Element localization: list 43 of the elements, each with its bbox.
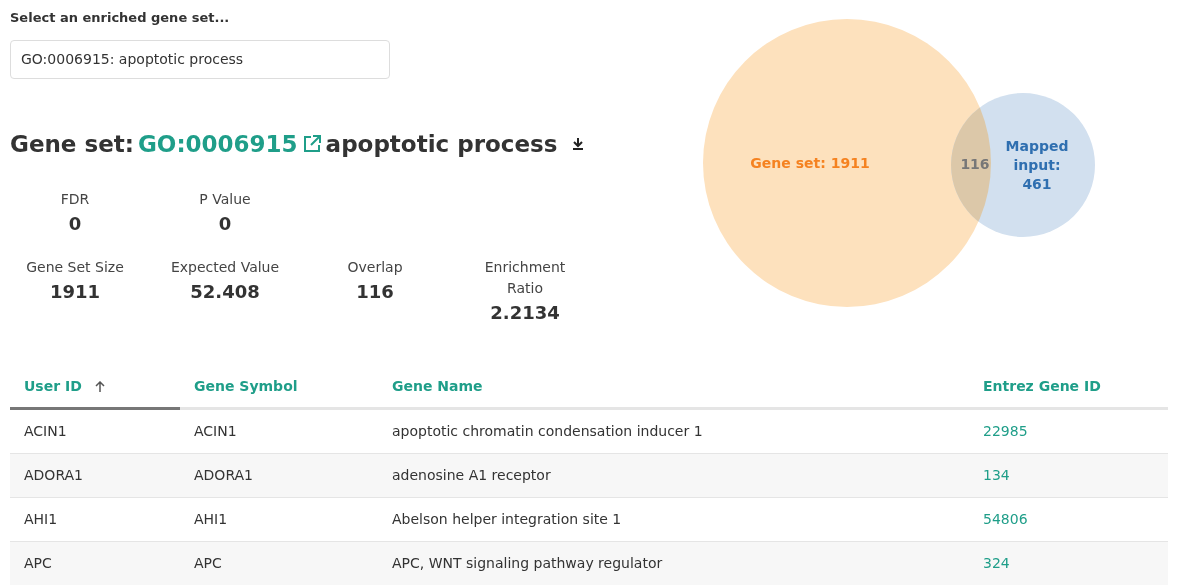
gene-set-link[interactable]: GO:0006915 xyxy=(137,126,298,161)
stat-label: Overlap xyxy=(346,258,404,277)
overlap-label: 116 xyxy=(960,156,990,172)
external-link-icon[interactable] xyxy=(301,133,322,154)
column-header[interactable]: Gene Symbol xyxy=(180,366,378,409)
gene-name-cell: adenosine A1 receptor xyxy=(378,453,969,498)
stat-value: 52.408 xyxy=(189,280,261,304)
entrez-id-link[interactable]: 324 xyxy=(983,555,1010,571)
column-header[interactable]: Entrez Gene ID xyxy=(969,366,1168,409)
user-id-cell: ADORA1 xyxy=(10,453,180,498)
stat-value: 0 xyxy=(217,212,233,236)
gene-symbol-cell: ACIN1 xyxy=(180,408,378,454)
stat-value: 116 xyxy=(355,280,395,304)
gene-symbol-cell: APC xyxy=(180,541,378,585)
gene-symbol-cell: AHI1 xyxy=(180,497,378,542)
set-label: Mapped input: 461 xyxy=(1005,138,1069,192)
gene-name-cell: Abelson helper integration site 1 xyxy=(378,497,969,542)
gene-set-label: Gene set: xyxy=(10,129,134,159)
stat-label: Enrichment Ratio xyxy=(483,258,567,298)
download-icon[interactable] xyxy=(571,136,586,151)
stat-value: 2.2134 xyxy=(489,301,561,325)
gene-name-cell: apoptotic chromatin condensation inducer 1 xyxy=(378,408,969,454)
column-header[interactable]: Gene Name xyxy=(378,366,969,409)
stat-value: 0 xyxy=(67,212,83,236)
field-label: Select an enriched gene set... xyxy=(10,9,231,27)
gene-set-select[interactable]: GO:0006915: apoptotic process xyxy=(10,39,390,79)
user-id-cell: AHI1 xyxy=(10,497,180,542)
entrez-id-link[interactable]: 134 xyxy=(983,467,1010,483)
gene-set-name: apoptotic process xyxy=(325,129,558,159)
stat-label: Expected Value xyxy=(169,258,281,277)
entrez-id-link[interactable]: 54806 xyxy=(983,511,1028,527)
gene-name-cell: APC, WNT signaling pathway regulator xyxy=(378,541,969,585)
user-id-cell: APC xyxy=(10,541,180,585)
user-id-cell: ACIN1 xyxy=(10,408,180,454)
entrez-id-link[interactable]: 22985 xyxy=(983,423,1028,439)
sort-ascending-icon[interactable] xyxy=(94,381,105,393)
stat-label: P Value xyxy=(198,190,252,209)
stat-label: Gene Set Size xyxy=(25,258,125,277)
stat-label: FDR xyxy=(59,190,91,209)
stat-value: 1911 xyxy=(48,280,102,304)
column-header[interactable]: User ID xyxy=(10,366,180,409)
gene-symbol-cell: ADORA1 xyxy=(180,453,378,498)
set-label: Gene set: 1911 xyxy=(750,155,870,171)
